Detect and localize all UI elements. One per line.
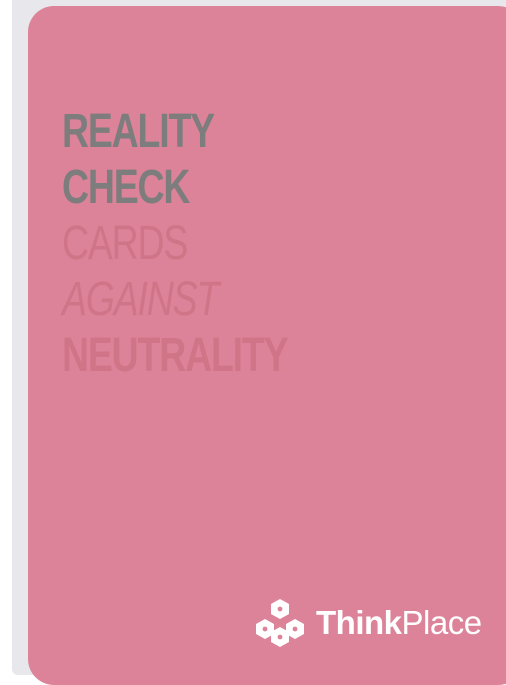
title-line-reality: REALITY — [62, 105, 215, 158]
card-page: REALITY CHECK CARDS AGAINST NEUTRALITY T… — [0, 0, 506, 685]
thinkplace-logo-icon — [256, 599, 304, 647]
thinkplace-brand: ThinkPlace — [252, 597, 482, 649]
title-line-check: CHECK — [62, 161, 190, 214]
brand-name-bold: Think — [316, 604, 402, 641]
brand-name: ThinkPlace — [316, 604, 482, 642]
card-title-block: REALITY CHECK CARDS AGAINST NEUTRALITY — [62, 104, 289, 384]
subtitle-line-cards: CARDS — [62, 217, 188, 270]
subtitle-line-against: AGAINST — [62, 273, 219, 326]
subtitle-line-neutrality: NEUTRALITY — [62, 329, 289, 382]
brand-name-regular: Place — [401, 604, 483, 641]
